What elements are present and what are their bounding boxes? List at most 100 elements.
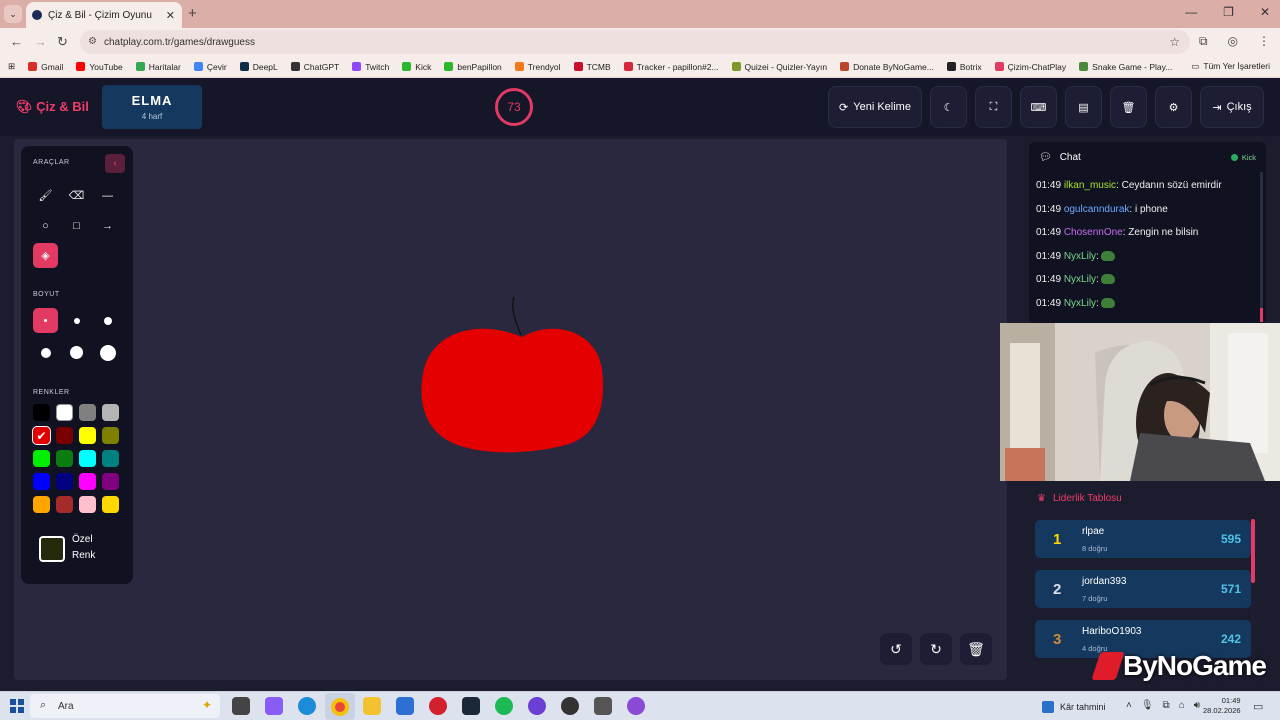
all-bookmarks-button[interactable]: ▭ Tüm Yer İşaretleri (1191, 61, 1270, 72)
color-swatch[interactable] (56, 404, 73, 421)
color-swatch[interactable] (33, 450, 50, 467)
line-tool[interactable]: — (95, 183, 120, 208)
volume-icon[interactable]: 🔊︎ (1194, 700, 1200, 711)
chat-username[interactable]: NyxLily (1064, 298, 1096, 309)
undo-button[interactable]: ↺ (880, 633, 912, 665)
language-icon[interactable]: ⧉ (1163, 700, 1170, 711)
bookmark-item[interactable]: Quizei - Quizler-Yayın (731, 62, 827, 72)
taskbar-search[interactable]: ⌕ Ara ✦ (30, 694, 220, 718)
chat-username[interactable]: ogulcanndurak (1064, 204, 1130, 215)
bookmark-item[interactable]: DeepL (239, 62, 278, 72)
address-bar[interactable]: ⚙ chatplay.com.tr/games/drawguess ☆ (80, 30, 1190, 54)
back-icon[interactable]: ← (10, 34, 23, 49)
color-swatch[interactable] (102, 473, 119, 490)
bookmark-item[interactable]: Trendyol (514, 62, 561, 72)
chat-scrollbar[interactable] (1260, 172, 1263, 322)
chat-username[interactable]: NyxLily (1064, 274, 1096, 285)
obs-icon[interactable] (561, 697, 579, 715)
exit-button[interactable]: ⇥ Çıkış (1200, 86, 1264, 128)
size-3-button[interactable] (95, 308, 120, 333)
spotify-icon[interactable] (495, 697, 513, 715)
bookmark-item[interactable]: Haritalar (135, 62, 181, 72)
color-swatch[interactable] (102, 450, 119, 467)
fullscreen-button[interactable]: ⛶ (975, 86, 1012, 128)
notifications-icon[interactable]: ▭ (1253, 700, 1263, 713)
color-swatch[interactable]: ✔ (32, 426, 51, 445)
size-4-button[interactable] (33, 340, 58, 365)
size-6-button[interactable] (95, 340, 120, 365)
color-swatch[interactable] (79, 450, 96, 467)
network-icon[interactable]: ⌂ (1179, 700, 1185, 711)
custom-color-swatch[interactable] (39, 536, 65, 562)
opera-icon[interactable] (429, 697, 447, 715)
settings-app-icon[interactable] (594, 697, 612, 715)
drawing-canvas[interactable] (14, 139, 1007, 680)
arrow-tool[interactable]: → (95, 213, 120, 238)
reload-icon[interactable]: ↻ (57, 34, 68, 50)
color-swatch[interactable] (56, 473, 73, 490)
bookmark-item[interactable]: Botrix (946, 62, 982, 72)
bookmark-star-icon[interactable]: ☆ (1169, 35, 1180, 49)
bookmark-item[interactable]: ChatGPT (290, 62, 339, 72)
task-view-icon[interactable] (232, 697, 250, 715)
color-swatch[interactable] (56, 496, 73, 513)
color-swatch[interactable] (79, 496, 96, 513)
browser-tab[interactable]: Çiz & Bil - Çizim Oyunu ✕ (26, 2, 182, 28)
circle-tool[interactable]: ○ (33, 213, 58, 238)
bookmark-item[interactable]: Donate ByNoGame... (840, 62, 934, 72)
chat-username[interactable]: ilkan_music (1064, 180, 1116, 191)
app-brand[interactable]: 🎨︎ Çiz & Bil (16, 99, 89, 115)
bookmark-item[interactable]: Twitch (352, 62, 389, 72)
size-5-button[interactable] (64, 340, 89, 365)
new-tab-button[interactable]: + (188, 5, 197, 22)
restore-icon[interactable]: ❐ (1223, 5, 1234, 19)
chat-username[interactable]: NyxLily (1064, 251, 1096, 262)
delete-button[interactable]: 🗑︎ (1110, 86, 1147, 128)
new-word-button[interactable]: ⟳ Yeni Kelime (828, 86, 922, 128)
color-swatch[interactable] (102, 404, 119, 421)
color-swatch[interactable] (33, 496, 50, 513)
redo-button[interactable]: ↻ (920, 633, 952, 665)
clear-canvas-button[interactable]: 🗑︎ (960, 633, 992, 665)
windows-start-icon[interactable] (10, 699, 24, 713)
chat-app-icon[interactable] (627, 697, 645, 715)
color-swatch[interactable] (33, 473, 50, 490)
tab-close-icon[interactable]: ✕ (166, 9, 175, 22)
bookmark-item[interactable]: TCMB (573, 62, 611, 72)
weather-widget[interactable]: Kâr tahmini (1042, 701, 1106, 713)
copilot-icon[interactable] (265, 697, 283, 715)
bookmark-item[interactable]: YouTube (76, 62, 123, 72)
tab-search-button[interactable]: ⌄ (4, 5, 22, 23)
brush-tool[interactable]: 🖌︎ (33, 183, 58, 208)
collapse-panel-button[interactable]: ‹ (105, 154, 125, 173)
rectangle-tool[interactable]: □ (64, 213, 89, 238)
bookmark-item[interactable]: Çevir (193, 62, 227, 72)
mail-icon[interactable] (396, 697, 414, 715)
color-swatch[interactable] (79, 427, 96, 444)
dark-mode-button[interactable]: ☾ (930, 86, 967, 128)
chrome-taskbar-active[interactable] (325, 693, 355, 720)
bookmark-item[interactable]: Kick (402, 62, 431, 72)
minimize-icon[interactable]: — (1185, 5, 1197, 19)
file-explorer-icon[interactable] (363, 697, 381, 715)
eraser-tool[interactable]: ⌫ (64, 183, 89, 208)
color-swatch[interactable] (33, 404, 50, 421)
size-2-button[interactable] (64, 308, 89, 333)
bookmark-item[interactable]: Tracker - papillon#2... (623, 62, 719, 72)
color-swatch[interactable] (56, 450, 73, 467)
color-swatch[interactable] (102, 427, 119, 444)
apps-grid-icon[interactable]: ⊞ (8, 61, 15, 72)
bookmark-item[interactable]: Snake Game - Play... (1079, 62, 1172, 72)
color-swatch[interactable] (79, 404, 96, 421)
settings-button[interactable]: ⚙ (1155, 86, 1192, 128)
keyboard-button[interactable]: ⌨ (1020, 86, 1057, 128)
leaderboard-scroll-thumb[interactable] (1251, 519, 1255, 583)
custom-color-label[interactable]: Özel Renk (72, 532, 95, 564)
color-swatch[interactable] (102, 496, 119, 513)
bookmark-item[interactable]: benPapillon (444, 62, 502, 72)
color-swatch[interactable] (79, 473, 96, 490)
forward-icon[interactable]: → (34, 34, 47, 49)
browser-menu-icon[interactable]: ⋮ (1258, 34, 1270, 49)
leaderboard-scrollbar[interactable] (1251, 519, 1255, 659)
window-close-icon[interactable]: ✕ (1260, 5, 1270, 19)
